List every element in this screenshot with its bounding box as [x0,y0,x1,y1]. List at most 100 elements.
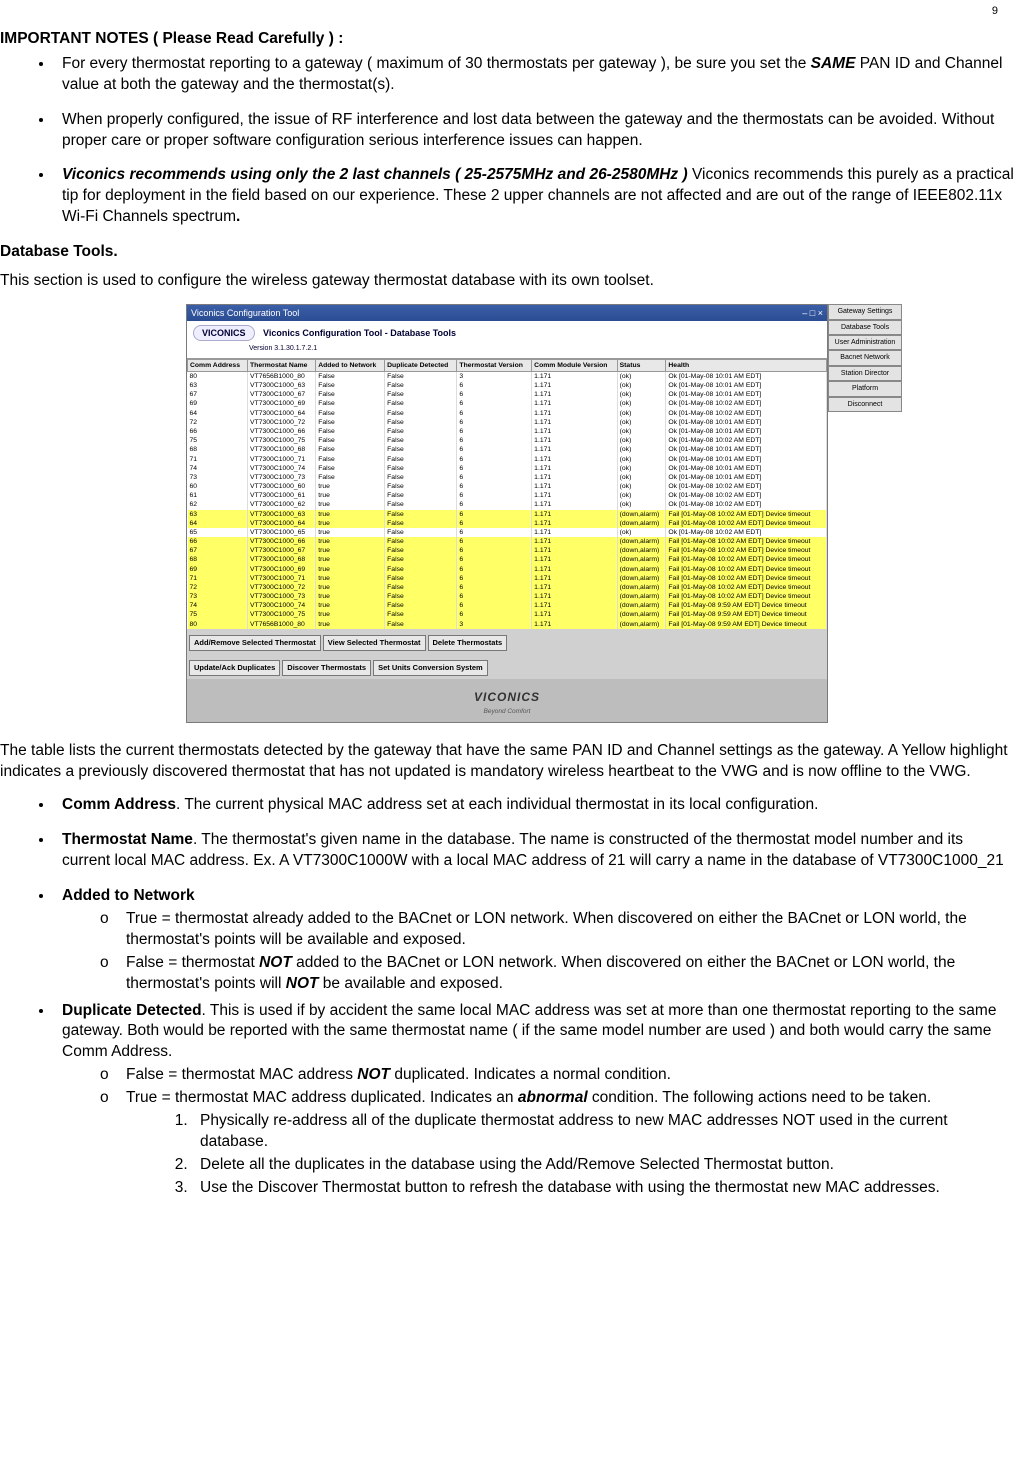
ss-cell: true [316,519,385,528]
ss-cell: 1.171 [532,601,617,610]
ss-row: 65VT7300C1000_65trueFalse61.171(ok)Ok [0… [188,528,827,537]
ss-cell: (ok) [617,491,666,500]
ss-cell: VT7300C1000_71 [248,455,316,464]
ss-cell: VT7656B1000_80 [248,371,316,381]
ss-cell: 1.171 [532,620,617,629]
ss-cell: 3 [457,620,532,629]
dup-action: Use the Discover Thermostat button to re… [192,1178,1014,1199]
ss-cell: (ok) [617,409,666,418]
ss-cell: true [316,482,385,491]
ss-cell: VT7300C1000_73 [248,592,316,601]
ss-row: 68VT7300C1000_68trueFalse61.171(down,ala… [188,555,827,564]
ss-row: 74VT7300C1000_74FalseFalse61.171(ok)Ok [… [188,464,827,473]
ss-brand: VICONICS [193,325,255,341]
ss-cell: (down,alarm) [617,592,666,601]
ss-cell: VT7300C1000_66 [248,537,316,546]
ss-action-button[interactable]: View Selected Thermostat [323,635,426,651]
text: False = thermostat MAC address [126,1066,357,1083]
ss-row: 63VT7300C1000_63FalseFalse61.171(ok)Ok [… [188,381,827,390]
dup-action: Physically re-address all of the duplica… [192,1111,1014,1153]
ss-cell: 71 [188,574,248,583]
ss-cell: False [316,409,385,418]
ss-cell: False [316,390,385,399]
ss-cell: False [316,399,385,408]
important-item: For every thermostat reporting to a gate… [54,54,1014,96]
ss-cell: 6 [457,610,532,619]
field-title: Added to Network [62,887,195,904]
window-controls-icon: – □ × [802,307,823,319]
ss-cell: VT7300C1000_72 [248,418,316,427]
ss-side-button[interactable]: Platform [828,381,902,396]
ss-action-button[interactable]: Delete Thermostats [428,635,508,651]
emphasis: NOT [357,1066,390,1083]
ss-cell: 6 [457,473,532,482]
ss-cell: 1.171 [532,390,617,399]
ss-cell: true [316,601,385,610]
ss-cell: 68 [188,445,248,454]
ss-side-button[interactable]: User Administration [828,335,902,350]
ss-cell: False [316,473,385,482]
ss-side-button[interactable]: Disconnect [828,397,902,412]
ss-action-button[interactable]: Add/Remove Selected Thermostat [189,635,321,651]
ss-cell: VT7300C1000_75 [248,436,316,445]
ss-cell: true [316,620,385,629]
important-item: Viconics recommends using only the 2 las… [54,165,1014,228]
ss-cell: Ok [01-May-08 10:01 AM EDT] [666,381,827,390]
ss-cell: Fail [01-May-08 10:02 AM EDT] Device tim… [666,537,827,546]
ss-cell: 73 [188,592,248,601]
text: False = thermostat [126,954,259,971]
ss-cell: False [385,445,457,454]
ss-column-header: Thermostat Version [457,359,532,371]
ss-cell: 60 [188,482,248,491]
ss-cell: (ok) [617,436,666,445]
ss-cell: VT7300C1000_60 [248,482,316,491]
ss-cell: Fail [01-May-08 10:02 AM EDT] Device tim… [666,510,827,519]
ss-action-button[interactable]: Update/Ack Duplicates [189,660,280,676]
ss-cell: 62 [188,500,248,509]
ss-cell: VT7300C1000_75 [248,610,316,619]
ss-cell: 80 [188,371,248,381]
ss-action-button[interactable]: Set Units Conversion System [373,660,488,676]
ss-action-button[interactable]: Discover Thermostats [282,660,371,676]
emphasis: NOT [259,954,292,971]
ss-cell: 1.171 [532,436,617,445]
ss-side-button[interactable]: Gateway Settings [828,304,902,319]
ss-side-button[interactable]: Database Tools [828,320,902,335]
ss-cell: (ok) [617,381,666,390]
ss-cell: (ok) [617,500,666,509]
ss-cell: 1.171 [532,500,617,509]
ss-cell: 72 [188,583,248,592]
ss-cell: 1.171 [532,583,617,592]
ss-row: 66VT7300C1000_66trueFalse61.171(down,ala… [188,537,827,546]
ss-cell: 6 [457,500,532,509]
ss-cell: (ok) [617,390,666,399]
ss-column-header: Comm Address [188,359,248,371]
ss-cell: VT7300C1000_62 [248,500,316,509]
ss-titlebar: Viconics Configuration Tool – □ × [187,305,827,321]
ss-cell: 1.171 [532,519,617,528]
ss-cell: False [385,528,457,537]
important-item: When properly configured, the issue of R… [54,110,1014,152]
ss-button-row: Add/Remove Selected ThermostatView Selec… [187,629,827,654]
ss-cell: False [385,436,457,445]
ss-header-title: Viconics Configuration Tool - Database T… [263,328,456,338]
ss-cell: 1.171 [532,445,617,454]
ss-side-button[interactable]: Station Director [828,366,902,381]
ss-cell: False [385,371,457,381]
ss-row: 60VT7300C1000_60trueFalse61.171(ok)Ok [0… [188,482,827,491]
ss-cell: 6 [457,583,532,592]
ss-cell: 1.171 [532,565,617,574]
ss-cell: 1.171 [532,574,617,583]
dup-actions: Physically re-address all of the duplica… [126,1111,1014,1199]
ss-cell: Fail [01-May-08 9:59 AM EDT] Device time… [666,610,827,619]
ss-cell: 1.171 [532,464,617,473]
ss-logo-area: VICONICS Beyond Comfort [187,679,827,723]
ss-cell: true [316,555,385,564]
ss-side-button[interactable]: Bacnet Network [828,350,902,365]
ss-cell: 74 [188,601,248,610]
ss-cell: Ok [01-May-08 10:01 AM EDT] [666,445,827,454]
ss-cell: Ok [01-May-08 10:01 AM EDT] [666,455,827,464]
ss-cell: 6 [457,409,532,418]
ss-row: 61VT7300C1000_61trueFalse61.171(ok)Ok [0… [188,491,827,500]
ss-cell: VT7300C1000_64 [248,409,316,418]
